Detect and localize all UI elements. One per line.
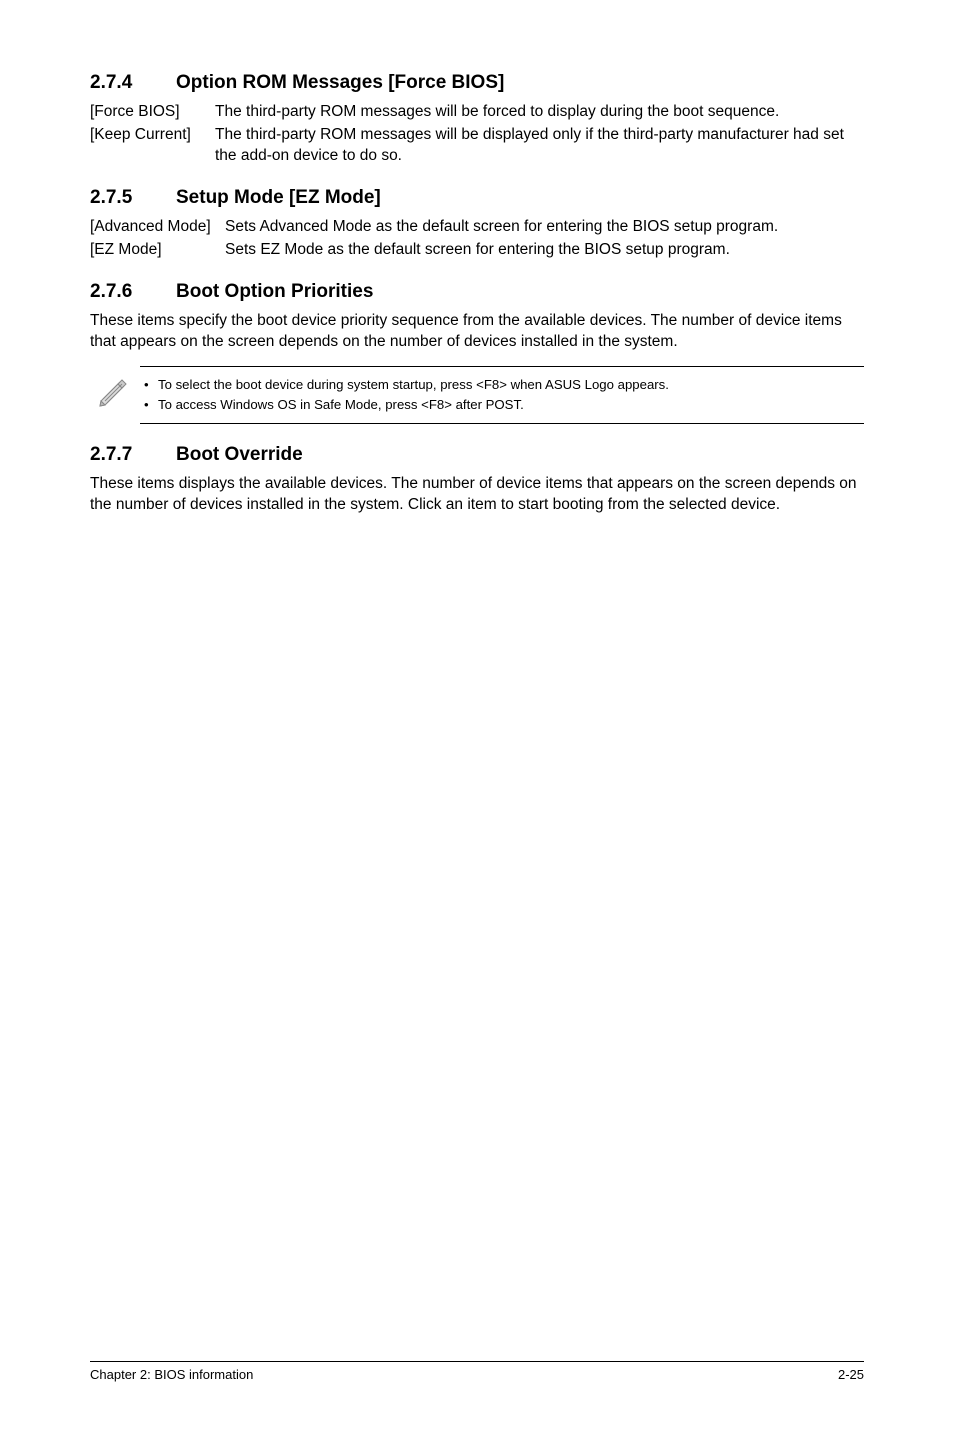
footer-page-number: 2-25 [838,1367,864,1382]
definition-term: [Advanced Mode] [90,217,225,238]
footer-chapter-label: Chapter 2: BIOS information [90,1367,253,1382]
section-paragraph: These items displays the available devic… [90,474,864,516]
definition-row: [Keep Current] The third-party ROM messa… [90,125,864,167]
definition-term: [Force BIOS] [90,102,215,123]
section-number: 2.7.7 [90,444,176,466]
definition-row: [Advanced Mode] Sets Advanced Mode as th… [90,217,864,238]
section-heading-277: 2.7.7 Boot Override [90,444,864,466]
note-item: To select the boot device during system … [140,375,864,395]
section-paragraph: These items specify the boot device prio… [90,311,864,353]
definition-term: [Keep Current] [90,125,215,167]
note-item: To access Windows OS in Safe Mode, press… [140,395,864,415]
section-number: 2.7.6 [90,281,176,303]
page-footer: Chapter 2: BIOS information 2-25 [90,1361,864,1382]
definition-description: The third-party ROM messages will be dis… [215,125,864,167]
definition-description: Sets Advanced Mode as the default screen… [225,217,864,238]
section-heading-274: 2.7.4 Option ROM Messages [Force BIOS] [90,72,864,94]
definition-row: [Force BIOS] The third-party ROM message… [90,102,864,123]
section-title: Boot Override [176,444,303,466]
definition-description: Sets EZ Mode as the default screen for e… [225,240,864,261]
section-title: Boot Option Priorities [176,281,373,303]
section-heading-275: 2.7.5 Setup Mode [EZ Mode] [90,187,864,209]
note-content: To select the boot device during system … [140,366,864,424]
section-title: Option ROM Messages [Force BIOS] [176,72,504,94]
section-number: 2.7.4 [90,72,176,94]
pencil-note-icon [94,366,140,413]
definition-description: The third-party ROM messages will be for… [215,102,864,123]
note-block: To select the boot device during system … [94,366,864,424]
definition-term: [EZ Mode] [90,240,225,261]
definition-row: [EZ Mode] Sets EZ Mode as the default sc… [90,240,864,261]
section-heading-276: 2.7.6 Boot Option Priorities [90,281,864,303]
section-title: Setup Mode [EZ Mode] [176,187,381,209]
section-number: 2.7.5 [90,187,176,209]
